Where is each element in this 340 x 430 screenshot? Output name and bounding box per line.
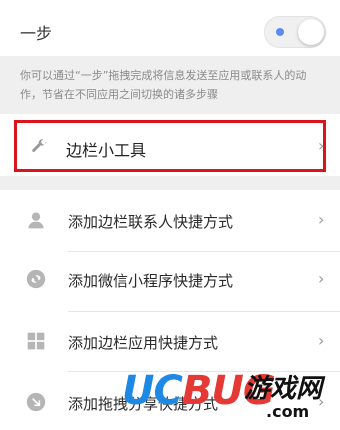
onestep-toggle[interactable] <box>264 16 326 48</box>
onestep-description: 你可以通过“一步”拖拽完成将信息发送至应用或联系人的动作，节省在不同应用之间切换… <box>20 69 307 101</box>
chevron-right-icon: › <box>318 136 325 155</box>
shortcut-label: 添加边栏应用快捷方式 <box>68 334 219 352</box>
shortcut-label: 添加边栏联系人快捷方式 <box>68 213 234 231</box>
sidebar-tools-label[interactable]: 边栏小工具 <box>66 137 146 161</box>
onestep-card: 一步 <box>0 0 340 56</box>
wrench-icon <box>32 139 47 152</box>
onestep-label: 一步 <box>20 24 53 43</box>
watermark-site-name: 游戏网 <box>244 374 323 404</box>
shortcut-label: 添加微信小程序快捷方式 <box>68 272 234 290</box>
toggle-indicator-dot <box>276 28 284 36</box>
toggle-knob[interactable] <box>298 19 324 45</box>
chevron-right-icon: › <box>318 210 325 229</box>
chevron-right-icon: › <box>318 331 325 350</box>
share-arrow-icon <box>26 392 46 412</box>
grid-apps-icon <box>27 332 45 350</box>
person-icon <box>28 212 44 229</box>
chevron-right-icon: › <box>318 269 325 288</box>
highlight-box <box>14 120 326 172</box>
watermark-domain: .com <box>266 402 310 421</box>
divider <box>68 311 340 312</box>
divider <box>68 251 340 252</box>
mini-program-icon <box>26 269 46 289</box>
